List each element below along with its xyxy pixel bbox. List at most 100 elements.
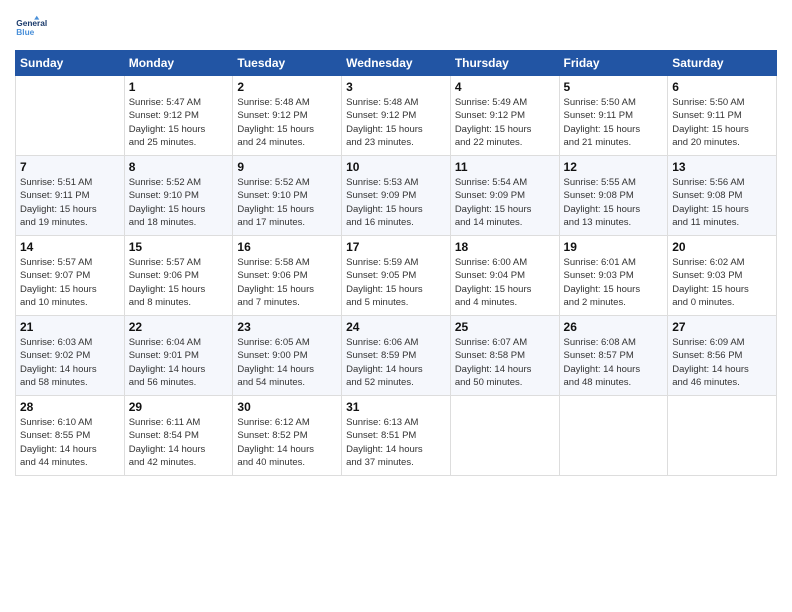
page: General Blue SundayMondayTuesdayWednesda… (0, 0, 792, 612)
day-cell: 21 Sunrise: 6:03 AMSunset: 9:02 PMDayligh… (16, 316, 125, 396)
day-cell: 13 Sunrise: 5:56 AMSunset: 9:08 PMDayligh… (668, 156, 777, 236)
day-number: 3 (346, 80, 446, 94)
day-cell: 29Sunrise: 6:11 AMSunset: 8:54 PMDayligh… (124, 396, 233, 476)
header-day-wednesday: Wednesday (342, 51, 451, 76)
calendar-header: SundayMondayTuesdayWednesdayThursdayFrid… (16, 51, 777, 76)
day-info: Sunrise: 6:13 AMSunset: 8:51 PMDaylight:… (346, 416, 446, 469)
day-info: Sunrise: 6:00 AMSunset: 9:04 PMDaylight:… (455, 256, 555, 309)
day-info: Sunrise: 6:11 AMSunset: 8:54 PMDaylight:… (129, 416, 229, 469)
day-cell: 24 Sunrise: 6:06 AMSunset: 8:59 PMDayligh… (342, 316, 451, 396)
day-info: Sunrise: 6:06 AMSunset: 8:59 PMDaylight:… (346, 336, 446, 389)
day-info: Sunrise: 5:50 AMSunset: 9:11 PMDaylight:… (672, 96, 772, 149)
day-info: Sunrise: 5:54 AMSunset: 9:09 PMDaylight:… (455, 176, 555, 229)
day-number: 7 (20, 160, 120, 174)
day-number: 28 (20, 400, 120, 414)
day-cell: 8 Sunrise: 5:52 AMSunset: 9:10 PMDaylight… (124, 156, 233, 236)
header-day-monday: Monday (124, 51, 233, 76)
day-info: Sunrise: 5:57 AMSunset: 9:06 PMDaylight:… (129, 256, 229, 309)
header-row: SundayMondayTuesdayWednesdayThursdayFrid… (16, 51, 777, 76)
day-number: 20 (672, 240, 772, 254)
day-info: Sunrise: 5:50 AMSunset: 9:11 PMDaylight:… (564, 96, 664, 149)
calendar-body: 1 Sunrise: 5:47 AMSunset: 9:12 PMDaylight… (16, 76, 777, 476)
day-info: Sunrise: 6:07 AMSunset: 8:58 PMDaylight:… (455, 336, 555, 389)
day-cell: 16Sunrise: 5:58 AMSunset: 9:06 PMDayligh… (233, 236, 342, 316)
day-cell (16, 76, 125, 156)
week-row-3: 21 Sunrise: 6:03 AMSunset: 9:02 PMDayligh… (16, 316, 777, 396)
day-number: 30 (237, 400, 337, 414)
header: General Blue (15, 10, 777, 42)
day-cell: 3 Sunrise: 5:48 AMSunset: 9:12 PMDaylight… (342, 76, 451, 156)
day-info: Sunrise: 5:53 AMSunset: 9:09 PMDaylight:… (346, 176, 446, 229)
day-cell: 9 Sunrise: 5:52 AMSunset: 9:10 PMDaylight… (233, 156, 342, 236)
day-cell: 20 Sunrise: 6:02 AMSunset: 9:03 PMDayligh… (668, 236, 777, 316)
day-cell: 27 Sunrise: 6:09 AMSunset: 8:56 PMDayligh… (668, 316, 777, 396)
day-number: 24 (346, 320, 446, 334)
day-cell: 11Sunrise: 5:54 AMSunset: 9:09 PMDayligh… (450, 156, 559, 236)
day-cell: 6 Sunrise: 5:50 AMSunset: 9:11 PMDaylight… (668, 76, 777, 156)
day-number: 22 (129, 320, 229, 334)
day-cell: 14Sunrise: 5:57 AMSunset: 9:07 PMDayligh… (16, 236, 125, 316)
day-cell: 5 Sunrise: 5:50 AMSunset: 9:11 PMDaylight… (559, 76, 668, 156)
day-cell: 25 Sunrise: 6:07 AMSunset: 8:58 PMDayligh… (450, 316, 559, 396)
day-number: 21 (20, 320, 120, 334)
day-cell: 26Sunrise: 6:08 AMSunset: 8:57 PMDayligh… (559, 316, 668, 396)
header-day-saturday: Saturday (668, 51, 777, 76)
day-cell: 10 Sunrise: 5:53 AMSunset: 9:09 PMDayligh… (342, 156, 451, 236)
day-cell: 2 Sunrise: 5:48 AMSunset: 9:12 PMDaylight… (233, 76, 342, 156)
day-number: 2 (237, 80, 337, 94)
day-info: Sunrise: 5:57 AMSunset: 9:07 PMDaylight:… (20, 256, 120, 309)
day-info: Sunrise: 5:52 AMSunset: 9:10 PMDaylight:… (237, 176, 337, 229)
calendar-table: SundayMondayTuesdayWednesdayThursdayFrid… (15, 50, 777, 476)
day-cell: 15 Sunrise: 5:57 AMSunset: 9:06 PMDayligh… (124, 236, 233, 316)
day-number: 8 (129, 160, 229, 174)
day-cell: 30 Sunrise: 6:12 AMSunset: 8:52 PMDayligh… (233, 396, 342, 476)
day-info: Sunrise: 5:51 AMSunset: 9:11 PMDaylight:… (20, 176, 120, 229)
logo-icon: General Blue (15, 10, 47, 42)
day-info: Sunrise: 6:04 AMSunset: 9:01 PMDaylight:… (129, 336, 229, 389)
day-info: Sunrise: 6:12 AMSunset: 8:52 PMDaylight:… (237, 416, 337, 469)
day-number: 13 (672, 160, 772, 174)
day-number: 4 (455, 80, 555, 94)
day-info: Sunrise: 5:55 AMSunset: 9:08 PMDaylight:… (564, 176, 664, 229)
week-row-4: 28Sunrise: 6:10 AMSunset: 8:55 PMDayligh… (16, 396, 777, 476)
day-cell (450, 396, 559, 476)
day-cell (559, 396, 668, 476)
svg-text:Blue: Blue (16, 27, 34, 37)
day-cell: 4 Sunrise: 5:49 AMSunset: 9:12 PMDaylight… (450, 76, 559, 156)
day-number: 27 (672, 320, 772, 334)
day-number: 25 (455, 320, 555, 334)
day-number: 18 (455, 240, 555, 254)
day-info: Sunrise: 5:48 AMSunset: 9:12 PMDaylight:… (346, 96, 446, 149)
week-row-1: 7 Sunrise: 5:51 AMSunset: 9:11 PMDaylight… (16, 156, 777, 236)
day-number: 6 (672, 80, 772, 94)
day-number: 5 (564, 80, 664, 94)
week-row-2: 14Sunrise: 5:57 AMSunset: 9:07 PMDayligh… (16, 236, 777, 316)
day-cell: 12 Sunrise: 5:55 AMSunset: 9:08 PMDayligh… (559, 156, 668, 236)
day-number: 9 (237, 160, 337, 174)
day-info: Sunrise: 6:09 AMSunset: 8:56 PMDaylight:… (672, 336, 772, 389)
day-number: 31 (346, 400, 446, 414)
day-info: Sunrise: 6:02 AMSunset: 9:03 PMDaylight:… (672, 256, 772, 309)
day-cell (668, 396, 777, 476)
day-info: Sunrise: 6:03 AMSunset: 9:02 PMDaylight:… (20, 336, 120, 389)
day-cell: 19Sunrise: 6:01 AMSunset: 9:03 PMDayligh… (559, 236, 668, 316)
day-number: 12 (564, 160, 664, 174)
day-number: 1 (129, 80, 229, 94)
day-info: Sunrise: 6:05 AMSunset: 9:00 PMDaylight:… (237, 336, 337, 389)
day-info: Sunrise: 5:59 AMSunset: 9:05 PMDaylight:… (346, 256, 446, 309)
day-number: 26 (564, 320, 664, 334)
week-row-0: 1 Sunrise: 5:47 AMSunset: 9:12 PMDaylight… (16, 76, 777, 156)
day-info: Sunrise: 5:48 AMSunset: 9:12 PMDaylight:… (237, 96, 337, 149)
day-info: Sunrise: 5:47 AMSunset: 9:12 PMDaylight:… (129, 96, 229, 149)
day-info: Sunrise: 5:56 AMSunset: 9:08 PMDaylight:… (672, 176, 772, 229)
day-info: Sunrise: 5:49 AMSunset: 9:12 PMDaylight:… (455, 96, 555, 149)
logo: General Blue (15, 10, 51, 42)
header-day-sunday: Sunday (16, 51, 125, 76)
day-cell: 31 Sunrise: 6:13 AMSunset: 8:51 PMDayligh… (342, 396, 451, 476)
day-info: Sunrise: 5:52 AMSunset: 9:10 PMDaylight:… (129, 176, 229, 229)
day-info: Sunrise: 5:58 AMSunset: 9:06 PMDaylight:… (237, 256, 337, 309)
day-cell: 18 Sunrise: 6:00 AMSunset: 9:04 PMDayligh… (450, 236, 559, 316)
day-number: 10 (346, 160, 446, 174)
day-number: 19 (564, 240, 664, 254)
day-number: 15 (129, 240, 229, 254)
